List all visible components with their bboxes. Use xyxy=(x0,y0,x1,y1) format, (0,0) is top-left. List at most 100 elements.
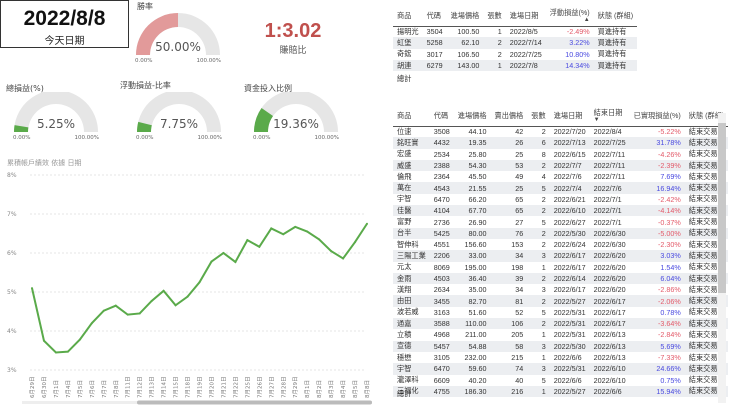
table-row[interactable]: 富野 2736 26.90 27 5 2022/6/27 2022/7/1 -0.37% 結束交… xyxy=(393,216,728,227)
data-point[interactable] xyxy=(234,260,237,263)
scrollbar-thumb[interactable] xyxy=(718,123,726,293)
table-cell: 80.00 xyxy=(453,227,491,239)
data-point[interactable] xyxy=(342,257,345,260)
table-row[interactable]: 倫飛 2364 45.50 49 4 2022/7/6 2022/7/11 7.69% 結束交易 xyxy=(393,171,728,182)
data-point[interactable] xyxy=(222,252,225,254)
table-cell: 40.20 xyxy=(468,375,487,385)
column-header[interactable]: 結束日期 ▼ xyxy=(589,106,630,127)
table-row[interactable]: 三陽工業 2206 33.00 34 3 2022/6/17 2022/6/20 3.03% 結… xyxy=(393,250,729,262)
table-row[interactable]: 由田 3455 82.70 81 2 2022/5/27 2022/6/17 -2.06% 結束… xyxy=(393,295,729,307)
table-row[interactable]: 金雨 4503 36.40 39 2 2022/6/14 2022/6/20 6.04% 結束交… xyxy=(393,272,729,285)
profit-loss-ratio-label: 賺賠比 xyxy=(279,46,307,56)
x-tick-label: 7月15日 xyxy=(173,377,180,399)
table-cell: 2022/6/24 xyxy=(553,240,586,250)
table-cell: 由田 xyxy=(393,295,430,307)
data-point[interactable] xyxy=(270,227,273,230)
data-point[interactable] xyxy=(126,313,129,316)
data-point[interactable] xyxy=(318,238,321,241)
data-point[interactable] xyxy=(66,350,69,353)
column-header[interactable]: 代碼 xyxy=(429,106,454,127)
column-header[interactable]: 商品 xyxy=(393,106,430,127)
column-header[interactable]: 進場價格 xyxy=(446,6,484,27)
table-row[interactable]: 瀧澤科 6609 40.20 40 5 2022/6/6 2022/6/10 0.75% 結束交… xyxy=(393,375,728,386)
table-cell: 2022/7/1 xyxy=(589,205,630,217)
gauge-min: 0.00% xyxy=(135,58,153,64)
column-header[interactable]: 賣出價格 xyxy=(490,106,528,127)
column-header[interactable]: 商品 xyxy=(393,6,423,27)
table-row[interactable]: 穩懋 3105 232.00 215 1 2022/6/6 2022/6/13 -7.33% 結… xyxy=(393,352,728,363)
data-point[interactable] xyxy=(366,222,368,225)
table-cell: -0.37% xyxy=(658,217,681,227)
data-point[interactable] xyxy=(210,260,213,263)
data-point[interactable] xyxy=(258,245,261,248)
table-row[interactable]: 漢翔 2634 35.00 34 3 2022/6/17 2022/6/20 -2.86% 結束… xyxy=(393,284,728,295)
column-header[interactable]: 進場日期 xyxy=(549,106,590,127)
table-row[interactable]: 銘旺實 4432 19.35 26 6 2022/7/13 2022/7/25 31.78% 結… xyxy=(393,137,729,149)
data-point[interactable] xyxy=(31,287,33,290)
chart-scrollbar-thumb[interactable] xyxy=(137,400,372,405)
x-tick-label: 7月6日 xyxy=(89,380,96,398)
column-header[interactable]: 進場日期 xyxy=(505,6,546,27)
table-row[interactable]: 元太 8069 195.00 198 1 2022/6/17 2022/6/20 1.54% 結… xyxy=(393,262,728,273)
data-point[interactable] xyxy=(78,338,81,341)
table-cell: 215 xyxy=(511,353,524,363)
data-point[interactable] xyxy=(90,322,93,325)
table-row[interactable]: 宏盛 2534 25.80 25 8 2022/6/15 2022/7/11 -4.26% 結束… xyxy=(393,149,728,160)
table-cell: 3 xyxy=(527,250,550,262)
table-row[interactable]: 三福化 4755 186.30 216 1 2022/5/27 2022/6/6 15.94%… xyxy=(393,385,729,398)
table-cell: 74 xyxy=(490,363,528,375)
table-row[interactable]: 萬在 4543 21.55 25 5 2022/7/4 2022/7/6 16.94% 結束交易 xyxy=(393,182,729,194)
table-cell: 位速 xyxy=(397,126,412,136)
table-row[interactable]: 立積 4968 211.00 205 1 2022/5/31 2022/6/13 -2.84%… xyxy=(393,329,728,340)
table-row[interactable]: 胡連 6279 143.00 1 2022/7/8 14.34% 買進持有 xyxy=(393,59,638,72)
data-point[interactable] xyxy=(102,309,105,312)
column-header[interactable]: 張數 xyxy=(483,6,506,27)
data-point[interactable] xyxy=(42,339,45,342)
data-point[interactable] xyxy=(282,233,285,236)
data-point[interactable] xyxy=(186,295,189,298)
table-cell: 33.00 xyxy=(453,250,491,262)
table-cell: 6279 xyxy=(422,59,447,72)
table-row[interactable]: 台半 5425 80.00 76 2 2022/5/30 2022/6/30 -5.00% 結束… xyxy=(393,227,729,239)
column-header[interactable]: 浮動損益(%) ▲ xyxy=(545,6,594,27)
table-row[interactable]: 虹堡 5258 62.10 2 2022/7/14 3.22% 買進持有 xyxy=(393,37,638,49)
table-cell: 富野 xyxy=(397,217,412,227)
data-point[interactable] xyxy=(294,225,297,228)
table-row[interactable]: 波若威 3163 51.60 52 5 2022/5/31 2022/6/17 0.78% 結束… xyxy=(393,307,728,318)
table-row[interactable]: 威盛 2388 54.30 53 2 2022/7/7 2022/7/11 -2.39% 結束交… xyxy=(393,159,729,172)
table-row[interactable]: 宇智 6470 66.20 65 2 2022/6/21 2022/7/1 -2.42% 結束交… xyxy=(393,194,728,205)
table-cell: 通嘉 xyxy=(393,318,430,330)
table-cell: 25.80 xyxy=(468,149,487,159)
data-point[interactable] xyxy=(162,289,165,292)
column-header[interactable]: 代碼 xyxy=(422,6,447,27)
table-row[interactable]: 揚明光 3504 100.50 1 2022/8/5 -2.49% 買進持有 xyxy=(393,26,637,37)
table-cell: 65 xyxy=(515,194,524,204)
table-cell: 胡連 xyxy=(393,59,423,72)
table-cell: 倫飛 xyxy=(397,171,412,181)
y-tick-label: 8% xyxy=(7,172,17,179)
data-point[interactable] xyxy=(150,299,153,302)
x-tick-label: 8月2日 xyxy=(316,380,323,398)
table-row[interactable]: 位速 3508 44.10 42 2 2022/7/20 2022/8/4 -5.22% 結束交… xyxy=(393,126,728,137)
column-header[interactable]: 狀態 (群組) xyxy=(593,6,638,27)
data-point[interactable] xyxy=(330,250,333,253)
data-point[interactable] xyxy=(114,304,117,307)
column-header[interactable]: 進場價格 xyxy=(453,106,491,127)
table-row[interactable]: 奇鋐 3017 106.50 2 2022/7/25 10.80% 買進持有 xyxy=(393,49,637,60)
data-point[interactable] xyxy=(246,239,249,242)
table-row[interactable]: 宇智 6470 59.60 74 3 2022/5/31 2022/6/10 24.66% 結束… xyxy=(393,363,729,375)
table-row[interactable]: 宣德 5457 54.88 58 3 2022/5/30 2022/6/13 5.69% 結束交… xyxy=(393,340,729,352)
data-point[interactable] xyxy=(198,281,201,284)
table-row[interactable]: 通嘉 3588 110.00 106 2 2022/5/31 2022/6/17 -3.64%… xyxy=(393,318,729,330)
data-point[interactable] xyxy=(54,351,57,354)
column-header[interactable]: 已實現損益(%) xyxy=(629,106,685,127)
data-point[interactable] xyxy=(174,304,177,307)
data-point[interactable] xyxy=(306,230,309,233)
data-point[interactable] xyxy=(354,241,357,244)
table-cell: -2.42% xyxy=(658,194,681,204)
data-point[interactable] xyxy=(138,312,141,315)
table-row[interactable]: 佳醫 4104 67.70 65 2 2022/6/10 2022/7/1 -4.14% 結束交… xyxy=(393,205,729,217)
table-row[interactable]: 智伸科 4551 156.60 153 2 2022/6/24 2022/6/30 -2.30… xyxy=(393,239,728,250)
closed-table-scrollbar[interactable] xyxy=(718,113,726,403)
column-header[interactable]: 張數 xyxy=(527,106,550,127)
